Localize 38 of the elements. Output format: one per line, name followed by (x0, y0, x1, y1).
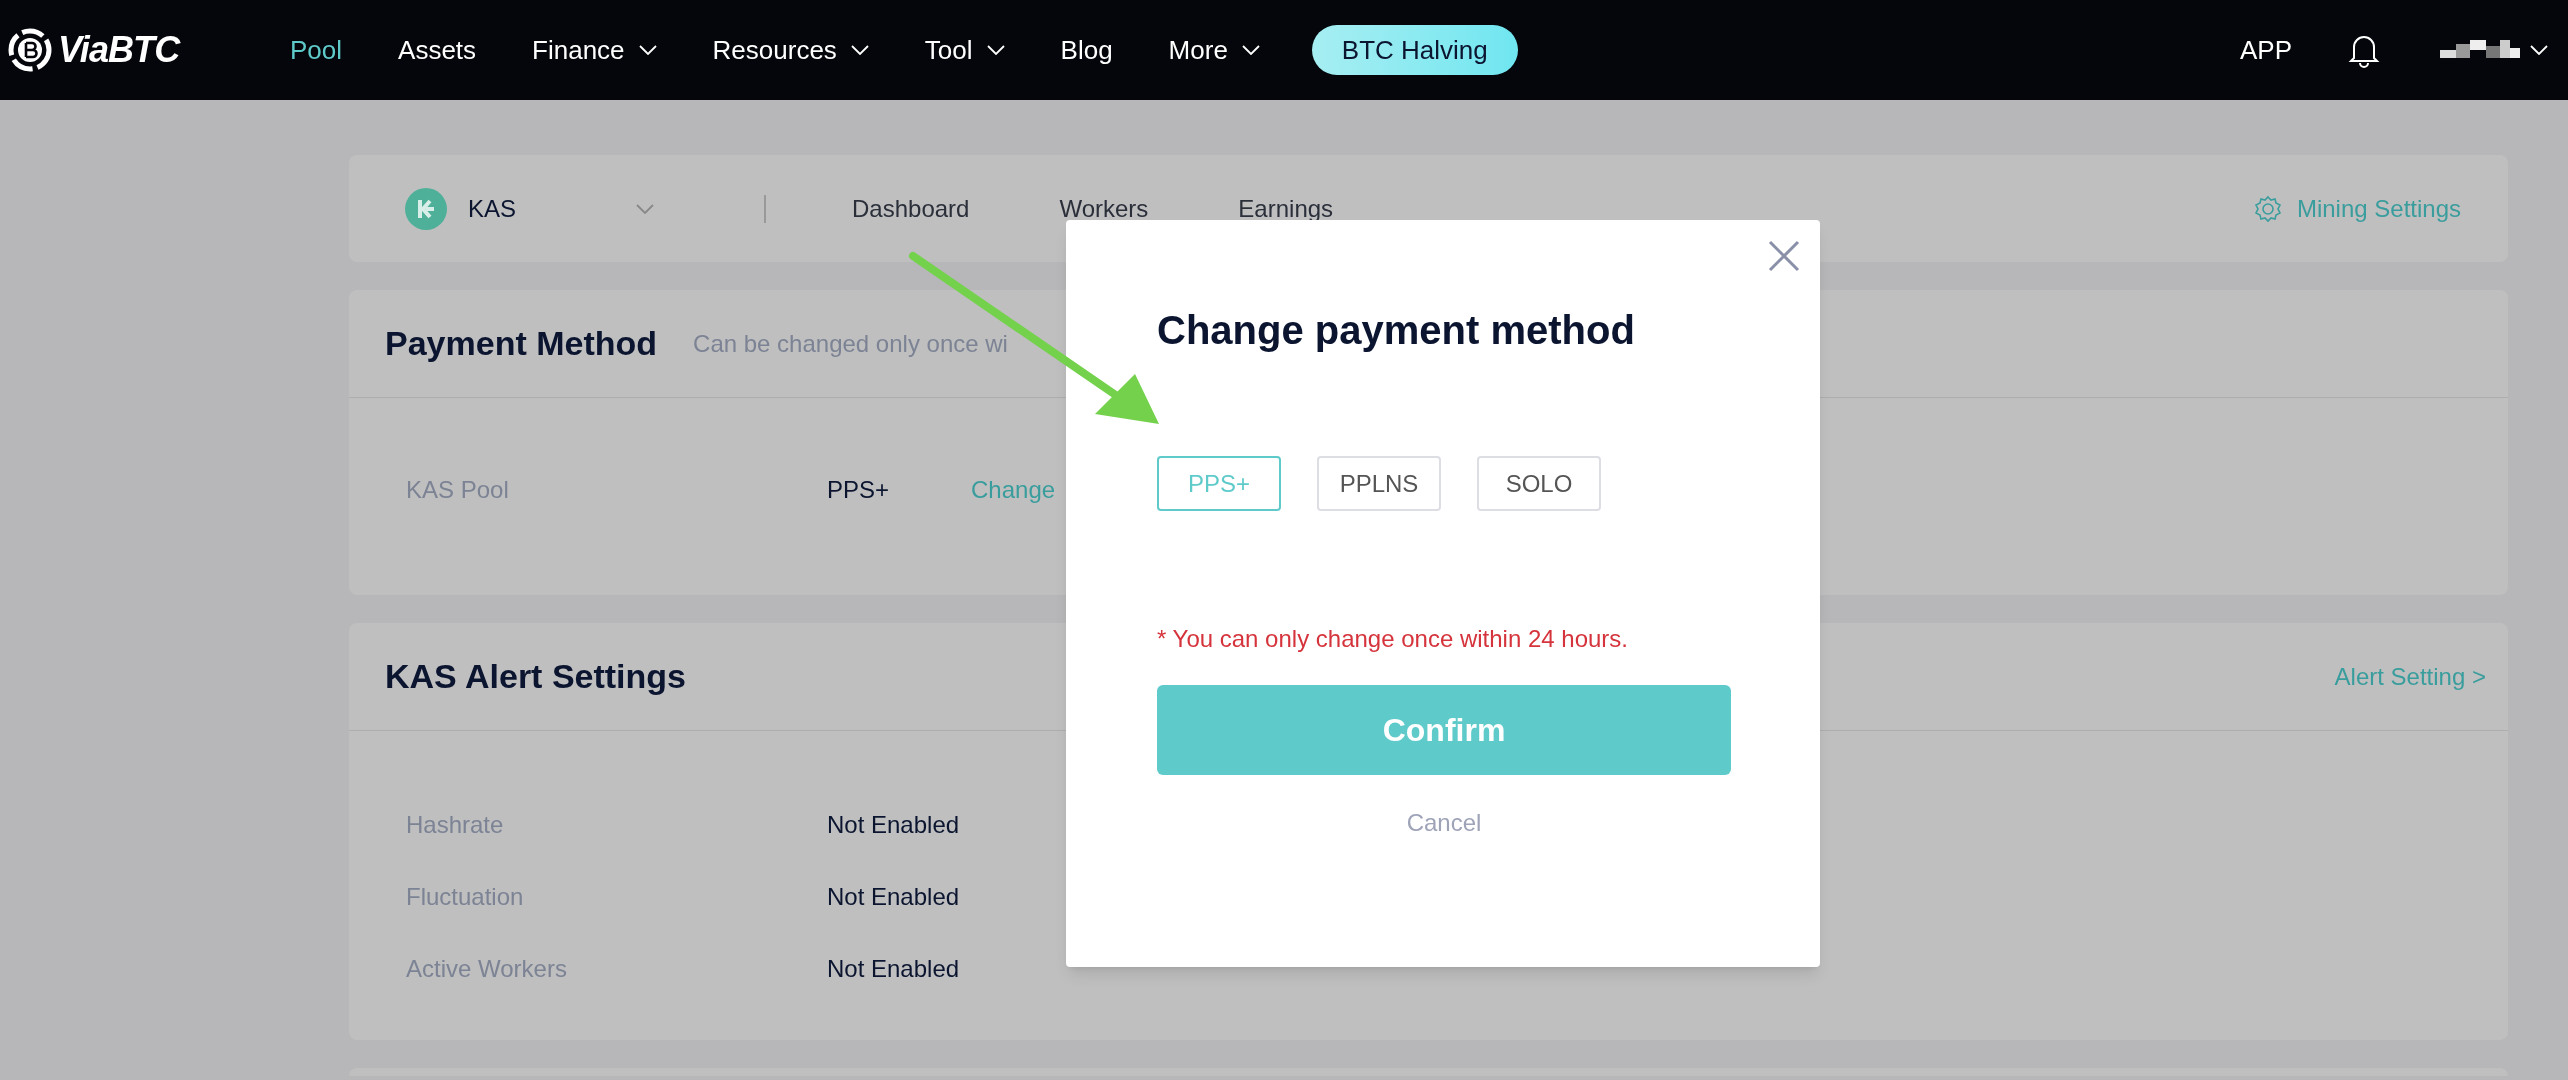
close-icon[interactable] (1766, 238, 1802, 274)
chevron-icon[interactable] (2530, 45, 2548, 55)
section-note: Can be changed only once wi (693, 328, 1008, 359)
settings-icon (2252, 193, 2283, 224)
nav-item[interactable]: More (1168, 30, 1260, 70)
chevron-icon (986, 45, 1005, 55)
row-label: Hashrate (405, 810, 505, 840)
row-value: Not Enabled (827, 954, 961, 984)
dialog-title: Change payment method (1157, 307, 1636, 354)
coin-icon (404, 186, 448, 231)
warning-text: * You can only change once within 24 hours. (1157, 624, 1629, 654)
row-value: PPS+ (827, 475, 891, 505)
chevron-icon (638, 45, 657, 55)
row-label: Active Workers (405, 954, 568, 984)
app-link[interactable]: APP (2239, 30, 2292, 70)
avatar-icon[interactable] (2440, 40, 2520, 60)
chevron-icon (636, 203, 655, 214)
payment-option[interactable]: PPLNS (1317, 456, 1441, 511)
nav-item[interactable]: Assets (398, 30, 477, 70)
nav-item[interactable]: Finance (532, 30, 657, 70)
coin-tab[interactable]: Dashboard (852, 190, 970, 227)
section-title: KAS Alert Settings (385, 656, 686, 697)
nav-item[interactable]: Pool (290, 30, 343, 70)
nav-item[interactable]: Resources (712, 30, 869, 70)
row-value: Not Enabled (827, 882, 961, 912)
logo-text: ViaBTC (58, 28, 180, 72)
section-title: Payment Method (385, 323, 658, 364)
row-label: KAS Pool (405, 475, 510, 505)
row-label: Fluctuation (405, 882, 525, 912)
nav-item[interactable]: Blog (1060, 30, 1113, 70)
chevron-icon (1241, 45, 1260, 55)
payment-option[interactable]: SOLO (1477, 456, 1601, 511)
chevron-icon (850, 45, 869, 55)
logo-icon (6, 26, 54, 74)
coin-selector[interactable]: KAS (468, 190, 655, 227)
nav-item[interactable]: Tool (924, 30, 1005, 70)
promo-button[interactable]: BTC Halving (1311, 25, 1518, 75)
row-value: Not Enabled (827, 810, 961, 840)
